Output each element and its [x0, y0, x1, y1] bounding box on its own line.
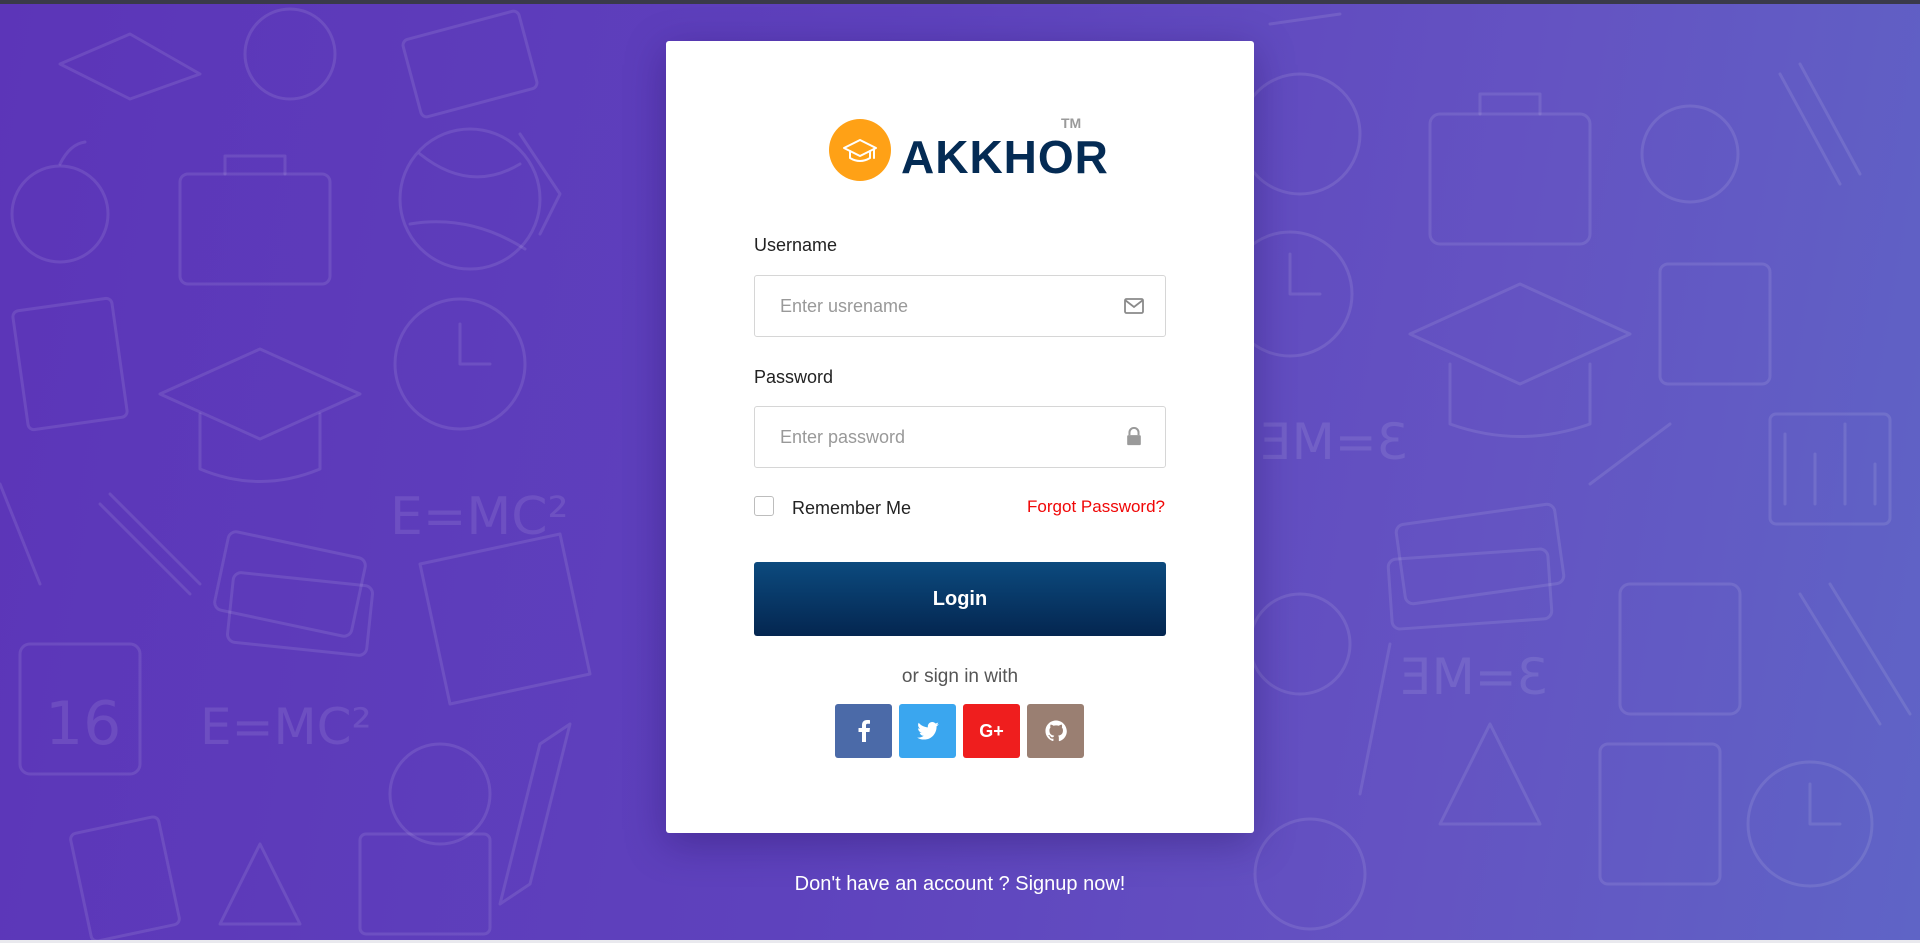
svg-text:ƎM=Ɛ: ƎM=Ɛ — [1260, 413, 1407, 471]
username-input[interactable] — [755, 276, 1165, 336]
google-plus-login-button[interactable]: G+ — [963, 704, 1020, 758]
twitter-login-button[interactable] — [899, 704, 956, 758]
trademark-mark: TM — [1061, 115, 1082, 131]
envelope-icon — [1124, 298, 1144, 314]
password-label: Password — [754, 367, 834, 387]
brand-name: AKKHOR — [901, 131, 1109, 183]
or-sign-in-with-text: or sign in with — [901, 666, 1019, 687]
google-plus-icon: G+ — [979, 720, 1004, 741]
svg-text:ƎM=Ɛ: ƎM=Ɛ — [1400, 648, 1547, 706]
social-login-buttons: G+ — [835, 704, 1085, 758]
login-button[interactable]: Login — [754, 562, 1166, 636]
graduation-cap-icon — [829, 119, 891, 181]
github-login-button[interactable] — [1027, 704, 1084, 758]
password-field[interactable] — [754, 406, 1166, 468]
username-label: Username — [754, 235, 838, 255]
facebook-icon — [858, 720, 870, 742]
remember-me-label[interactable]: Remember Me — [792, 498, 911, 519]
github-icon — [1044, 720, 1067, 742]
twitter-icon — [916, 722, 939, 740]
brand-logo: AKKHOR TM — [829, 113, 1108, 185]
password-input[interactable] — [755, 407, 1165, 467]
forgot-password-link[interactable]: Forgot Password? — [1027, 497, 1165, 517]
remember-me-checkbox[interactable] — [754, 496, 774, 516]
svg-text:E=MC²: E=MC² — [200, 698, 372, 756]
login-card: AKKHOR TM Username Password Remember Me … — [666, 41, 1254, 833]
username-field[interactable] — [754, 275, 1166, 337]
svg-text:16: 16 — [45, 689, 121, 759]
facebook-login-button[interactable] — [835, 704, 892, 758]
lock-icon — [1127, 427, 1141, 446]
signup-prompt[interactable]: Don't have an account ? Signup now! — [0, 873, 1920, 896]
